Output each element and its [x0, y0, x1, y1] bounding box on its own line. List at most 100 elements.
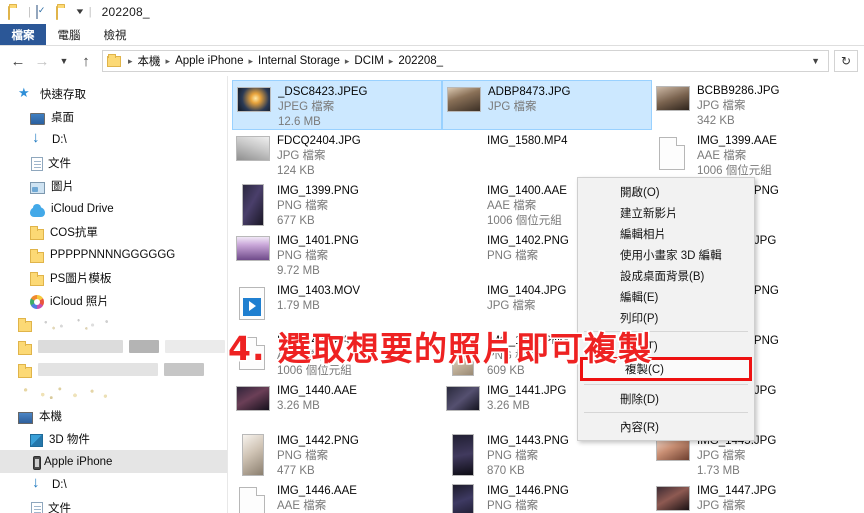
breadcrumb-separator-4[interactable]: ▸ [386, 56, 397, 67]
sidebar-item-apple-iphone[interactable]: Apple iPhone [0, 450, 227, 473]
file-item[interactable]: IMG_1399.AAE AAE 檔案 1006 個位元組 [652, 130, 862, 180]
file-item[interactable]: IMG_1580.MP4 [442, 130, 652, 180]
context-menu-item[interactable]: 使用小畫家 3D 編輯 [578, 244, 754, 265]
breadcrumb-item-2[interactable]: Internal Storage [258, 55, 340, 67]
file-type: AAE 檔案 [277, 500, 327, 512]
refresh-icon[interactable]: ↻ [834, 50, 858, 72]
file-thumbnail [236, 283, 270, 327]
sidebar-item-cos[interactable]: COS抗單 [0, 220, 227, 243]
redacted-label [38, 317, 116, 330]
sidebar-item-label: 3D 物件 [49, 433, 90, 446]
sidebar-item-redacted[interactable] [0, 381, 227, 404]
file-info: IMG_1403.MOV 1.79 MB [277, 283, 360, 314]
sidebar-item-ps-template[interactable]: PS圖片模板 [0, 266, 227, 289]
customize-chevron-icon[interactable]: ▼ [74, 7, 85, 16]
sidebar-item-icloud-drive[interactable]: iCloud Drive [0, 197, 227, 220]
file-item[interactable]: IMG_1399.PNG PNG 檔案 677 KB [232, 180, 442, 230]
file-type: PNG 檔案 [277, 450, 329, 462]
file-item[interactable]: IMG_1446.AAEAAE 檔案1006 個位元組 [232, 480, 442, 513]
context-menu-item[interactable]: 編輯相片 [578, 223, 754, 244]
file-type: JPG 檔案 [488, 101, 537, 113]
breadcrumb-item-4[interactable]: 202208_ [398, 55, 443, 67]
file-column: _DSC8423.JPEG JPEG 檔案 12.6 MB FDCQ2404.JPG J… [232, 80, 442, 513]
sidebar-item-ppppp[interactable]: PPPPPNNNNGGGGGG [0, 243, 227, 266]
properties-icon[interactable] [35, 5, 51, 19]
sidebar-item-this-pc[interactable]: 本機 [0, 404, 227, 427]
file-item[interactable]: IMG_1401.PNG PNG 檔案 9.72 MB [232, 230, 442, 280]
file-info: IMG_1399.AAE AAE 檔案 1006 個位元組 [697, 133, 777, 179]
icloud-photos-icon [30, 294, 44, 309]
tab-view[interactable]: 檢視 [92, 24, 138, 45]
file-size: 1.73 MB [697, 465, 740, 477]
breadcrumb-folder-icon [107, 53, 121, 67]
file-item[interactable]: ADBP8473.JPG JPG 檔案 [442, 80, 652, 130]
up-arrow-icon[interactable]: ↑ [76, 50, 96, 72]
sidebar-item-d-drive-2[interactable]: D:\ [0, 473, 227, 496]
folder-icon [18, 364, 32, 378]
tab-file[interactable]: 檔案 [0, 24, 46, 45]
sidebar-item-redacted[interactable] [0, 358, 227, 381]
recent-locations-chevron-icon[interactable]: ▼ [56, 50, 72, 72]
address-dropdown-chevron-icon[interactable]: ▼ [807, 56, 824, 66]
photo-thumbnail-icon [656, 486, 690, 511]
file-size: 1006 個位元組 [487, 215, 562, 227]
context-menu-separator [584, 412, 748, 413]
sidebar-item-desktop[interactable]: 桌面 [0, 105, 227, 128]
file-item[interactable]: _DSC8423.JPEG JPEG 檔案 12.6 MB [232, 80, 442, 130]
forward-arrow-icon[interactable]: → [32, 50, 52, 72]
context-menu-item[interactable]: 內容(R) [578, 416, 754, 437]
file-name: IMG_1404.JPG [487, 285, 567, 297]
sidebar-item-d-drive[interactable]: D:\ [0, 128, 227, 151]
3d-objects-icon [30, 434, 43, 447]
screenshot-thumbnail-icon [452, 484, 474, 513]
breadcrumb-separator-2[interactable]: ▸ [245, 56, 256, 67]
back-arrow-icon[interactable]: ← [8, 50, 28, 72]
address-bar: ← → ▼ ↑ ▸ 本機 ▸ Apple iPhone ▸ Internal S… [0, 46, 864, 76]
file-item[interactable]: IMG_1446.PNGPNG 檔案1.53 MB [442, 480, 652, 513]
sidebar-item-pictures[interactable]: 圖片 [0, 174, 227, 197]
context-menu-item[interactable]: 設成桌面背景(B) [578, 265, 754, 286]
breadcrumb-item-1[interactable]: Apple iPhone [175, 55, 243, 67]
sidebar-item-documents[interactable]: 文件 [0, 151, 227, 174]
context-menu-item[interactable]: 建立新影片 [578, 202, 754, 223]
new-folder-icon[interactable] [55, 5, 71, 20]
file-item[interactable]: IMG_1447.JPGJPG 檔案71.9 KB [652, 480, 862, 513]
file-item[interactable]: IMG_1442.PNG PNG 檔案 477 KB [232, 430, 442, 480]
generic-file-icon [239, 487, 265, 513]
file-item[interactable]: FDCQ2404.JPG JPG 檔案 124 KB [232, 130, 442, 180]
sidebar-item-icloud-photos[interactable]: iCloud 照片 [0, 289, 227, 312]
breadcrumb-item-0[interactable]: 本機 [138, 53, 161, 69]
file-info: IMG_1440.AAE 3.26 MB [277, 383, 357, 414]
file-type: PNG 檔案 [487, 500, 539, 512]
file-name: IMG_1446.PNG [487, 485, 569, 497]
file-name: IMG_1400.AAE [487, 185, 567, 197]
file-item[interactable]: IMG_1440.AAE 3.26 MB [232, 380, 442, 430]
file-name: IMG_1441.JPG [487, 385, 567, 397]
sidebar-item-quick-access[interactable]: 快速存取 [0, 82, 227, 105]
context-menu[interactable]: 開啟(O) 建立新影片 編輯相片 使用小畫家 3D 編輯 設成桌面背景(B) 編輯(E) 列… [577, 177, 755, 441]
video-file-icon [239, 287, 265, 320]
sidebar-item-documents-2[interactable]: 文件 [0, 496, 227, 513]
file-info: IMG_1399.PNG PNG 檔案 677 KB [277, 183, 359, 229]
sidebar-item-label: PS圖片模板 [50, 272, 112, 285]
context-menu-item[interactable]: 刪除(D) [578, 388, 754, 409]
file-type: PNG 檔案 [277, 200, 329, 212]
breadcrumb-separator-1[interactable]: ▸ [163, 56, 174, 67]
file-item[interactable]: BCBB9286.JPG JPG 檔案 342 KB [652, 80, 862, 130]
sidebar-item-redacted[interactable] [0, 335, 227, 358]
context-menu-item[interactable]: 編輯(E) [578, 286, 754, 307]
photo-thumbnail-icon [236, 386, 270, 411]
breadcrumb[interactable]: ▸ 本機 ▸ Apple iPhone ▸ Internal Storage ▸… [102, 50, 829, 72]
breadcrumb-separator-3[interactable]: ▸ [342, 56, 353, 67]
file-type: JPEG 檔案 [278, 101, 335, 113]
sidebar-item-redacted[interactable] [0, 312, 227, 335]
file-name: IMG_1446.AAE [277, 485, 357, 497]
sidebar-item-3d-objects[interactable]: 3D 物件 [0, 427, 227, 450]
sidebar-item-label: COS抗單 [50, 226, 98, 239]
folder-icon[interactable] [8, 5, 23, 20]
context-menu-item[interactable]: 開啟(O) [578, 181, 754, 202]
file-list-pane[interactable]: _DSC8423.JPEG JPEG 檔案 12.6 MB FDCQ2404.JPG J… [228, 76, 864, 513]
photo-thumbnail-icon [656, 86, 690, 111]
tab-computer[interactable]: 電腦 [46, 24, 92, 45]
breadcrumb-item-3[interactable]: DCIM [354, 55, 383, 67]
